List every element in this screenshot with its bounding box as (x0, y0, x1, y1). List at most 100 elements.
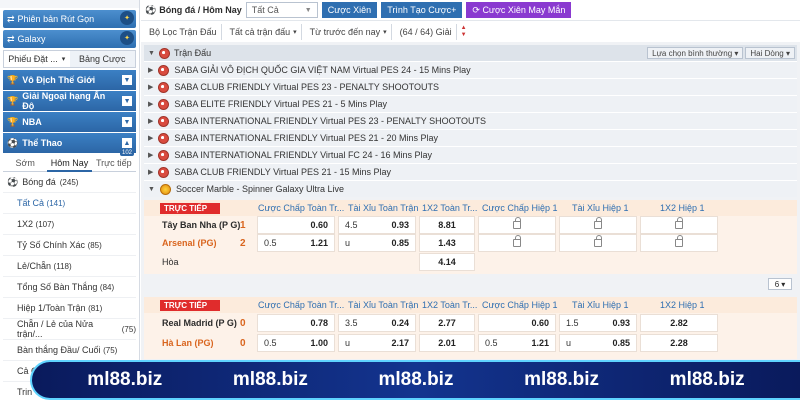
odds-cell[interactable]: u 2.17 (338, 334, 416, 352)
odds-cell[interactable]: 0.5 1.00 (257, 334, 335, 352)
filter-bar: Bộ Lọc Trận Đấu Tất cả trận đấu ▾ Từ trướ… (141, 20, 800, 42)
live-count-badge: 102 (119, 150, 134, 156)
league-row[interactable]: ▶ SABA GIẢI VÔ ĐỊCH QUỐC GIA VIỆT NAM Vir… (144, 61, 797, 78)
odds-cell[interactable]: 1.5 0.93 (559, 314, 637, 332)
league-row[interactable]: ▶ SABA INTERNATIONAL FRIENDLY Virtual FC … (144, 146, 797, 163)
galaxy-button[interactable]: ⇄ Galaxy ✦ (3, 30, 136, 48)
list-item[interactable]: Tất Cả (141) (3, 193, 136, 214)
league-row[interactable]: ▶ SABA CLUB FRIENDLY Virtual PES 21 - 15 … (144, 163, 797, 180)
tab-early[interactable]: Sớm (3, 158, 47, 168)
list-item[interactable]: Lẻ/Chẵn (118) (3, 256, 136, 277)
soccer-count: (245) (59, 177, 79, 187)
odds-cell[interactable]: 4.5 0.93 (338, 216, 416, 234)
tab-bet-slip[interactable]: Phiếu Đặt ... ▾ (4, 51, 70, 67)
lucky-parlay-button[interactable]: ⟳ Cược Xiên May Mắn (466, 2, 572, 18)
odds-value: 0.60 (310, 220, 328, 230)
odds-cell[interactable]: 0.5 1.21 (478, 334, 556, 352)
odds-cell[interactable]: u 0.85 (338, 234, 416, 252)
odds-cell[interactable]: 0.78 (257, 314, 335, 332)
league-row[interactable]: ▶ SABA ELITE FRIENDLY Virtual PES 21 - 5 … (144, 95, 797, 112)
league-name: SABA CLUB FRIENDLY Virtual PES 21 - 15 M… (174, 167, 391, 177)
odds-value: 4.14 (438, 257, 456, 267)
match-filter[interactable]: Bộ Lọc Trận Đấu (145, 23, 222, 40)
odds-cell[interactable]: 2.28 (640, 334, 718, 352)
market-select[interactable]: Tất Cả ▼ (245, 2, 318, 18)
draw-label: Hòa (162, 257, 179, 267)
league-row[interactable]: ▶ SABA CLUB FRIENDLY Virtual PES 23 - PEN… (144, 78, 797, 95)
section-india-league[interactable]: 🏆 Giải Ngoại hạng Ấn Độ ▼ (3, 91, 136, 111)
tab-today[interactable]: Hôm Nay (47, 154, 92, 172)
parlay-button[interactable]: Cược Xiên (321, 2, 378, 18)
chevron-down-icon[interactable]: ▼ (148, 50, 155, 57)
marble-icon (159, 183, 171, 195)
list-item-soccer[interactable]: ⚽ Bóng đá (245) (3, 172, 136, 193)
more-markets-button[interactable]: 6 ▾ (768, 278, 792, 290)
tab-live[interactable]: Trực tiếp (92, 158, 136, 168)
time-select[interactable]: Từ trước đến nay ▾ (306, 23, 392, 40)
league-row[interactable]: ▶ SABA INTERNATIONAL FRIENDLY Virtual PES… (144, 112, 797, 129)
column-header: Cược Chấp Toàn Tr... (258, 203, 345, 213)
odds-cell[interactable]: 8.81 (419, 216, 475, 234)
odds-cell[interactable]: 2.01 (419, 334, 475, 352)
soccer-label: Bóng đá (22, 177, 56, 187)
odds-cell[interactable]: 0.60 (478, 314, 556, 332)
list-item[interactable]: 1X2 (107) (3, 214, 136, 235)
chevron-down-icon: ▼ (122, 96, 132, 106)
lock-icon (594, 235, 602, 247)
locked-cell (478, 234, 556, 252)
view-options: Lựa chọn bình thường ▾ Hai Dòng ▾ (647, 47, 797, 59)
line-mode-select[interactable]: Hai Dòng ▾ (745, 47, 795, 59)
match-header-bar: ▼ Trận Đấu Lựa chọn bình thường ▾ Hai Dò… (144, 45, 797, 61)
chevron-right-icon: ▶ (148, 118, 154, 125)
league-icon (158, 81, 170, 93)
list-item[interactable]: Bàn thắng Đầu/ Cuối (75) (3, 340, 136, 361)
odds-line: u (345, 338, 351, 348)
tab-bet-slip-label: Phiếu Đặt ... (8, 54, 58, 64)
bet-builder-button[interactable]: Trình Tạo Cược+ (381, 2, 463, 18)
odds-value: 2.28 (670, 338, 688, 348)
odds-cell[interactable]: u 0.85 (559, 334, 637, 352)
list-item[interactable]: Hiệp 1/Toàn Trận (81) (3, 298, 136, 319)
rocket-icon: ✦ (120, 11, 134, 25)
odds-cell[interactable]: 0.5 1.21 (257, 234, 335, 252)
list-item[interactable]: Chẵn / Lẻ của Nửa trận/... (75) (3, 319, 136, 340)
more-bar: 6 ▾ (141, 274, 800, 294)
list-item[interactable]: Tỷ Số Chính Xác (85) (3, 235, 136, 256)
match-row-home: Real Madrid (P G) 0 0.78 3.5 0.24 2.77 0.… (144, 313, 797, 333)
period-tabs: Sớm Hôm Nay Trực tiếp 102 (3, 150, 136, 172)
odds-cell[interactable]: 0.60 (257, 216, 335, 234)
section-world-cup[interactable]: 🏆 Vô Địch Thế Giới ▼ (3, 70, 136, 90)
column-header: Tài Xỉu Hiệp 1 (572, 203, 629, 213)
column-header: Tài Xỉu Toàn Trận (348, 300, 419, 310)
odds-cell[interactable]: 4.14 (419, 253, 475, 271)
list-item-count: (85) (87, 240, 102, 250)
league-row[interactable]: ▼ Soccer Marble - Spinner Galaxy Ultra Li… (144, 180, 797, 197)
odds-cell[interactable]: 2.77 (419, 314, 475, 332)
list-item-count: (118) (53, 261, 72, 271)
odds-value: 8.81 (438, 220, 456, 230)
live-badge: TRỰC TIẾP (160, 202, 220, 214)
list-item-count: (107) (35, 219, 55, 229)
lock-icon (594, 217, 602, 229)
view-mode-select[interactable]: Lựa chọn bình thường ▾ (647, 47, 744, 59)
away-score: 0 (240, 337, 246, 349)
page-title-text: Bóng đá / Hôm Nay (159, 5, 242, 15)
odds-cell[interactable]: 2.82 (640, 314, 718, 332)
tab-bet-list[interactable]: Bảng Cược (69, 51, 135, 67)
odds-value: 0.24 (391, 318, 409, 328)
odds-cell[interactable]: 1.43 (419, 234, 475, 252)
league-row[interactable]: ▶ SABA INTERNATIONAL FRIENDLY Virtual PES… (144, 129, 797, 146)
short-version-button[interactable]: ⇄ Phiên bản Rút Gọn ✦ (3, 10, 136, 28)
sidebar: ⇄ Phiên bản Rút Gọn ✦ ⇄ Galaxy ✦ Phiếu Đ… (0, 0, 140, 400)
section-nba[interactable]: 🏆 NBA ▼ (3, 112, 136, 132)
sort-icon[interactable]: ▲ ▼ (461, 25, 471, 39)
list-item[interactable]: Tổng Số Bàn Thắng (84) (3, 277, 136, 298)
all-matches-select[interactable]: Tất cả trận đấu ▾ (226, 23, 302, 40)
match-row-draw: Hòa 4.14 (144, 252, 797, 272)
odds-cell[interactable]: 3.5 0.24 (338, 314, 416, 332)
odds-line: 3.5 (345, 318, 358, 328)
chevron-down-icon: ▼ (148, 185, 155, 193)
section-sports[interactable]: ⚽ Thể Thao ▲ (3, 133, 136, 153)
list-item-count: (84) (99, 282, 115, 292)
list-item-label: Tất Cả (17, 198, 45, 208)
